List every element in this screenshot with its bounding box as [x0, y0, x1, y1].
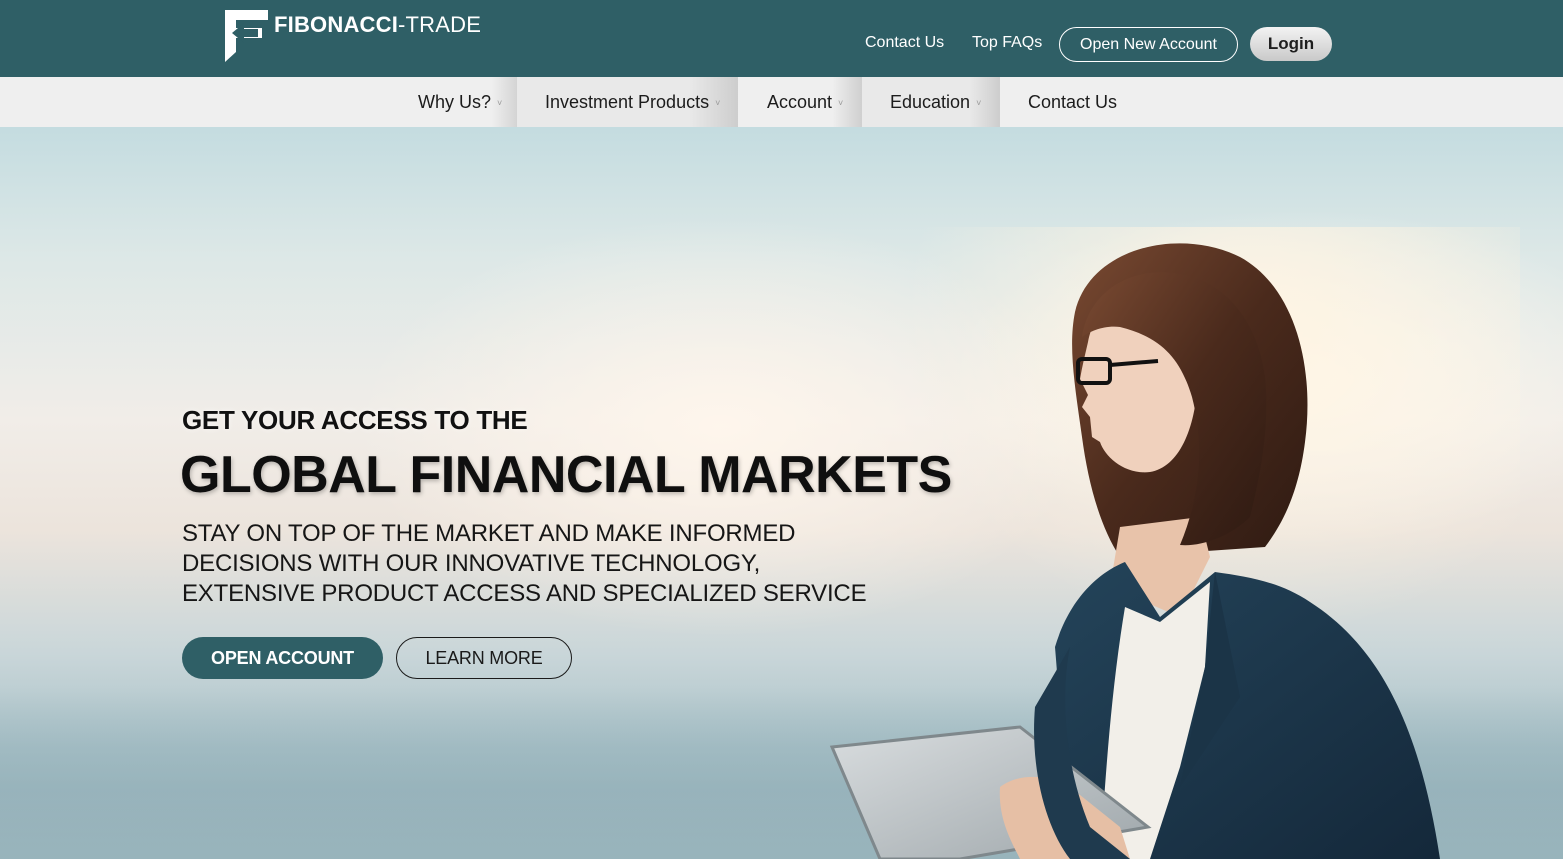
- open-account-button[interactable]: OPEN ACCOUNT: [182, 637, 383, 679]
- hero-subtitle-line: DECISIONS WITH OUR INNOVATIVE TECHNOLOGY…: [182, 550, 761, 577]
- nav-item-account[interactable]: Account ˅: [738, 77, 862, 127]
- top-link-top-faqs[interactable]: Top FAQs: [972, 34, 1042, 52]
- learn-more-button[interactable]: LEARN MORE: [396, 637, 572, 679]
- nav-item-label: Education: [890, 91, 971, 112]
- nav-item-label: Account: [767, 91, 833, 112]
- main-nav: Why Us? ˅ Investment Products ˅ Account …: [0, 77, 1563, 127]
- top-links: Contact Us Top FAQs Open New Account Log…: [0, 27, 1563, 62]
- top-header: FIBONACCI-TRADE Contact Us Top FAQs Open…: [0, 0, 1563, 77]
- chevron-down-icon: ˅: [715, 98, 721, 108]
- open-new-account-button[interactable]: Open New Account: [1059, 27, 1238, 62]
- hero-woman-with-tablet-image: [820, 227, 1520, 859]
- chevron-down-icon: ˅: [838, 98, 844, 108]
- hero-subtitle-line: EXTENSIVE PRODUCT ACCESS AND SPECIALIZED…: [182, 580, 867, 607]
- nav-item-label: Contact Us: [1028, 91, 1118, 112]
- nav-item-contact-us[interactable]: Contact Us: [1000, 77, 1140, 127]
- nav-item-label: Why Us?: [418, 91, 492, 112]
- hero-subtitle: STAY ON TOP OF THE MARKET AND MAKE INFOR…: [182, 519, 902, 609]
- login-button[interactable]: Login: [1250, 27, 1332, 61]
- nav-item-investment-products[interactable]: Investment Products ˅: [517, 77, 738, 127]
- chevron-down-icon: ˅: [497, 98, 503, 108]
- nav-item-education[interactable]: Education ˅: [862, 77, 1000, 127]
- hero-subtitle-line: STAY ON TOP OF THE MARKET AND MAKE INFOR…: [182, 520, 796, 547]
- nav-item-why-us[interactable]: Why Us? ˅: [390, 77, 517, 127]
- nav-item-label: Investment Products: [545, 91, 710, 112]
- hero-banner: GET YOUR ACCESS TO THE GLOBAL FINANCIAL …: [0, 127, 1563, 859]
- top-link-contact-us[interactable]: Contact Us: [865, 34, 944, 52]
- chevron-down-icon: ˅: [976, 98, 982, 108]
- hero-title: GLOBAL FINANCIAL MARKETS: [180, 446, 952, 504]
- hero-kicker: GET YOUR ACCESS TO THE: [182, 405, 528, 435]
